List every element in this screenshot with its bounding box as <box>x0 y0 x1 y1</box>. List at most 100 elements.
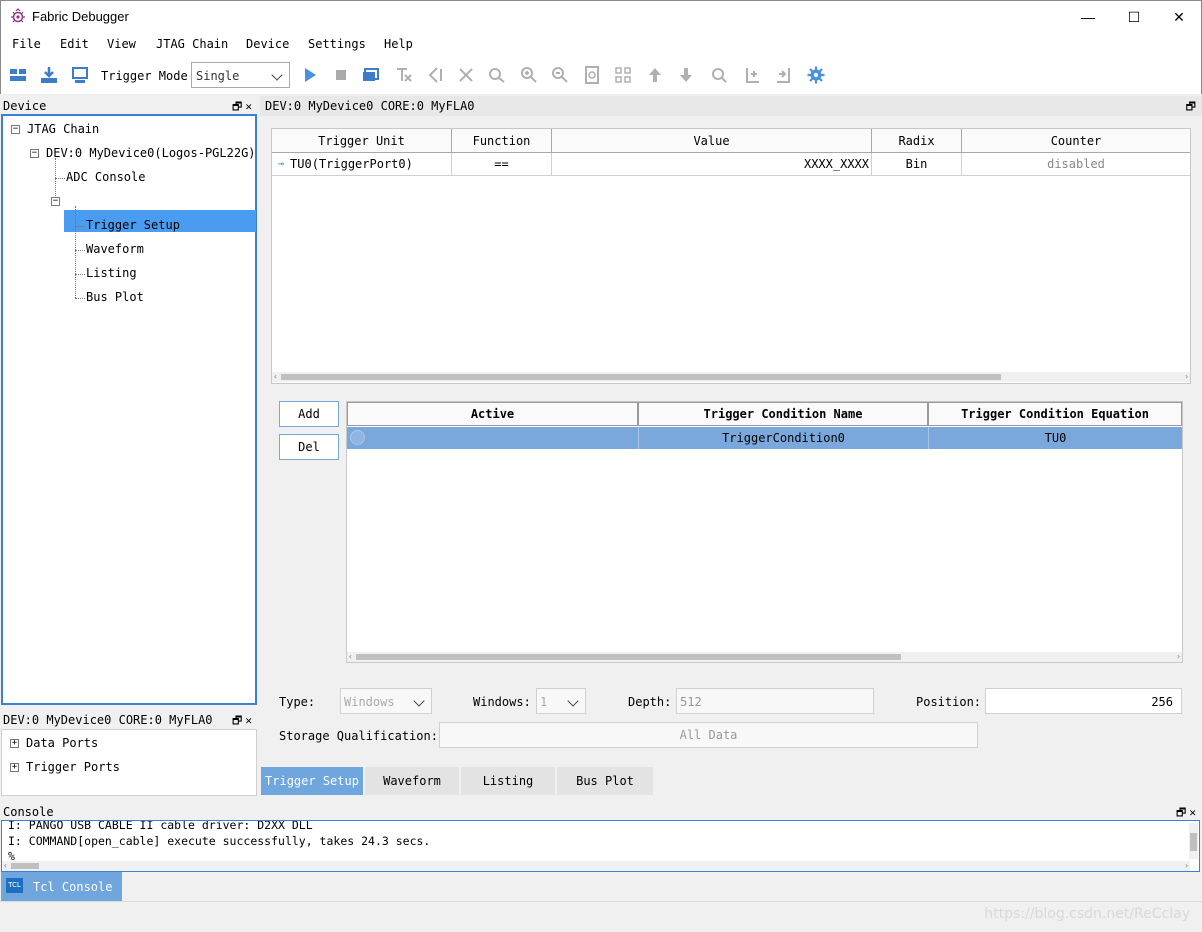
depth-field[interactable]: 512 <box>676 688 874 714</box>
tree-item-trigger-setup[interactable]: Trigger Setup <box>86 218 180 232</box>
menu-jtag-chain[interactable]: JTAG Chain <box>156 37 228 51</box>
watermark-text: https://blog.csdn.net/ReCclay <box>984 906 1190 922</box>
table-row[interactable]: ⊸ TU0(TriggerPort0) <box>272 153 452 176</box>
console-line: I: COMMAND[open_cable] execute successfu… <box>8 834 431 848</box>
tab-trigger-setup[interactable]: Trigger Setup <box>261 767 363 795</box>
tree-item-adc-console[interactable]: ADC Console <box>66 170 145 184</box>
delete-condition-button[interactable]: Del <box>279 434 339 460</box>
column-header[interactable]: Trigger Condition Name <box>638 402 928 426</box>
goto-icon[interactable] <box>488 66 506 84</box>
scrollbar-thumb[interactable] <box>11 863 39 869</box>
storage-qualification-field[interactable]: All Data <box>439 722 978 748</box>
tree-collapse-icon[interactable]: − <box>11 125 20 134</box>
stop-icon[interactable] <box>332 66 350 84</box>
column-header[interactable]: Trigger Unit <box>272 129 452 153</box>
scroll-right-icon[interactable]: › <box>1184 861 1189 870</box>
up-icon[interactable] <box>646 66 664 84</box>
scroll-left-icon[interactable]: ‹ <box>273 372 278 381</box>
tree-expand-icon[interactable]: + <box>10 763 19 772</box>
trigger-mode-select[interactable]: Single <box>191 62 290 88</box>
column-header[interactable]: Value <box>552 129 872 153</box>
window-title: Fabric Debugger <box>32 9 129 24</box>
device-icon[interactable] <box>71 66 89 84</box>
editor-header: DEV:0 MyDevice0 CORE:0 MyFLA0 🗗 <box>260 96 1202 116</box>
maximize-button[interactable]: ☐ <box>1111 2 1157 32</box>
column-header[interactable]: Radix <box>872 129 962 153</box>
type-select[interactable]: Windows <box>340 688 432 714</box>
counter-cell[interactable]: disabled <box>962 153 1190 176</box>
tree-item-trigger-ports[interactable]: Trigger Ports <box>26 760 120 774</box>
zoom-full-icon[interactable] <box>614 66 632 84</box>
zoom-fit-icon[interactable] <box>583 66 601 84</box>
tree-item-jtag-chain[interactable]: JTAG Chain <box>27 122 99 136</box>
tree-item-listing[interactable]: Listing <box>86 266 137 280</box>
tree-collapse-icon[interactable]: − <box>51 197 60 206</box>
tree-expand-icon[interactable]: + <box>10 739 19 748</box>
ports-panel-header: DEV:0 MyDevice0 CORE:0 MyFLA0 🗗✕ <box>0 710 258 729</box>
tree-item-core[interactable]: CORE:0 MyFLA0 <box>66 194 160 208</box>
down-icon[interactable] <box>677 66 695 84</box>
condition-equation-cell[interactable]: TU0 <box>928 427 1182 449</box>
scrollbar-thumb[interactable] <box>1190 833 1197 851</box>
zoom-out-icon[interactable] <box>551 66 569 84</box>
horizontal-scrollbar[interactable]: ‹ › <box>272 372 1190 382</box>
column-header[interactable]: Trigger Condition Equation <box>928 402 1182 426</box>
tree-item-bus-plot[interactable]: Bus Plot <box>86 290 144 304</box>
run-icon[interactable] <box>301 66 319 84</box>
menu-edit[interactable]: Edit <box>60 37 89 51</box>
add-condition-button[interactable]: Add <box>279 401 339 427</box>
tab-listing[interactable]: Listing <box>461 767 555 795</box>
marker-left-icon[interactable] <box>743 66 761 84</box>
scroll-left-icon[interactable]: ‹ <box>348 652 353 661</box>
tree-collapse-icon[interactable]: − <box>30 149 39 158</box>
tab-tcl-console[interactable]: TCL Tcl Console <box>1 872 122 901</box>
scroll-right-icon[interactable]: › <box>1184 372 1189 381</box>
windows-select[interactable]: 1 <box>536 688 586 714</box>
radix-cell[interactable]: Bin <box>872 153 962 176</box>
port-link-icon: ⊸ <box>278 158 285 170</box>
column-header[interactable]: Counter <box>962 129 1190 153</box>
next-icon[interactable] <box>457 66 475 84</box>
position-label: Position: <box>916 695 982 709</box>
prev-icon[interactable] <box>427 66 445 84</box>
scan-chain-icon[interactable] <box>9 66 27 84</box>
search-icon[interactable] <box>710 66 728 84</box>
function-cell[interactable]: == <box>452 153 552 176</box>
vertical-scrollbar[interactable] <box>1189 823 1198 859</box>
menu-device[interactable]: Device <box>246 37 289 51</box>
trigger-icon[interactable] <box>395 66 413 84</box>
active-radio[interactable] <box>350 430 365 445</box>
console-output[interactable]: I: PANGO USB CABLE II cable driver: D2XX… <box>1 820 1200 872</box>
menu-file[interactable]: File <box>12 37 41 51</box>
table-row[interactable]: TriggerCondition0 TU0 <box>347 427 1182 449</box>
horizontal-scrollbar[interactable]: ‹ › <box>2 861 1190 871</box>
tree-item-device[interactable]: DEV:0 MyDevice0(Logos-PGL22G) <box>46 146 256 160</box>
minimize-button[interactable]: — <box>1065 2 1111 32</box>
column-header[interactable]: Active <box>347 402 638 426</box>
horizontal-scrollbar[interactable]: ‹ › <box>347 652 1182 662</box>
windows-value: 1 <box>540 695 548 709</box>
condition-name-cell[interactable]: TriggerCondition0 <box>638 427 928 449</box>
position-field[interactable]: 256 <box>985 688 1182 714</box>
scrollbar-thumb[interactable] <box>281 374 1001 380</box>
close-button[interactable]: ✕ <box>1156 2 1202 32</box>
depth-value: 512 <box>680 695 702 709</box>
scrollbar-thumb[interactable] <box>356 654 901 660</box>
tree-item-data-ports[interactable]: Data Ports <box>26 736 98 750</box>
scroll-right-icon[interactable]: › <box>1176 652 1181 661</box>
capture-icon[interactable] <box>362 66 380 84</box>
menu-settings[interactable]: Settings <box>308 37 366 51</box>
panel-float-icon[interactable]: 🗗 <box>1186 98 1196 117</box>
value-cell[interactable]: XXXX_XXXX <box>552 153 872 176</box>
settings-icon[interactable] <box>807 66 825 84</box>
tab-waveform[interactable]: Waveform <box>365 767 459 795</box>
download-icon[interactable] <box>40 66 58 84</box>
tree-item-waveform[interactable]: Waveform <box>86 242 144 256</box>
tab-bus-plot[interactable]: Bus Plot <box>557 767 653 795</box>
scroll-left-icon[interactable]: ‹ <box>3 861 8 870</box>
menu-view[interactable]: View <box>107 37 136 51</box>
menu-help[interactable]: Help <box>384 37 413 51</box>
zoom-in-icon[interactable] <box>520 66 538 84</box>
marker-right-icon[interactable] <box>775 66 793 84</box>
column-header[interactable]: Function <box>452 129 552 153</box>
